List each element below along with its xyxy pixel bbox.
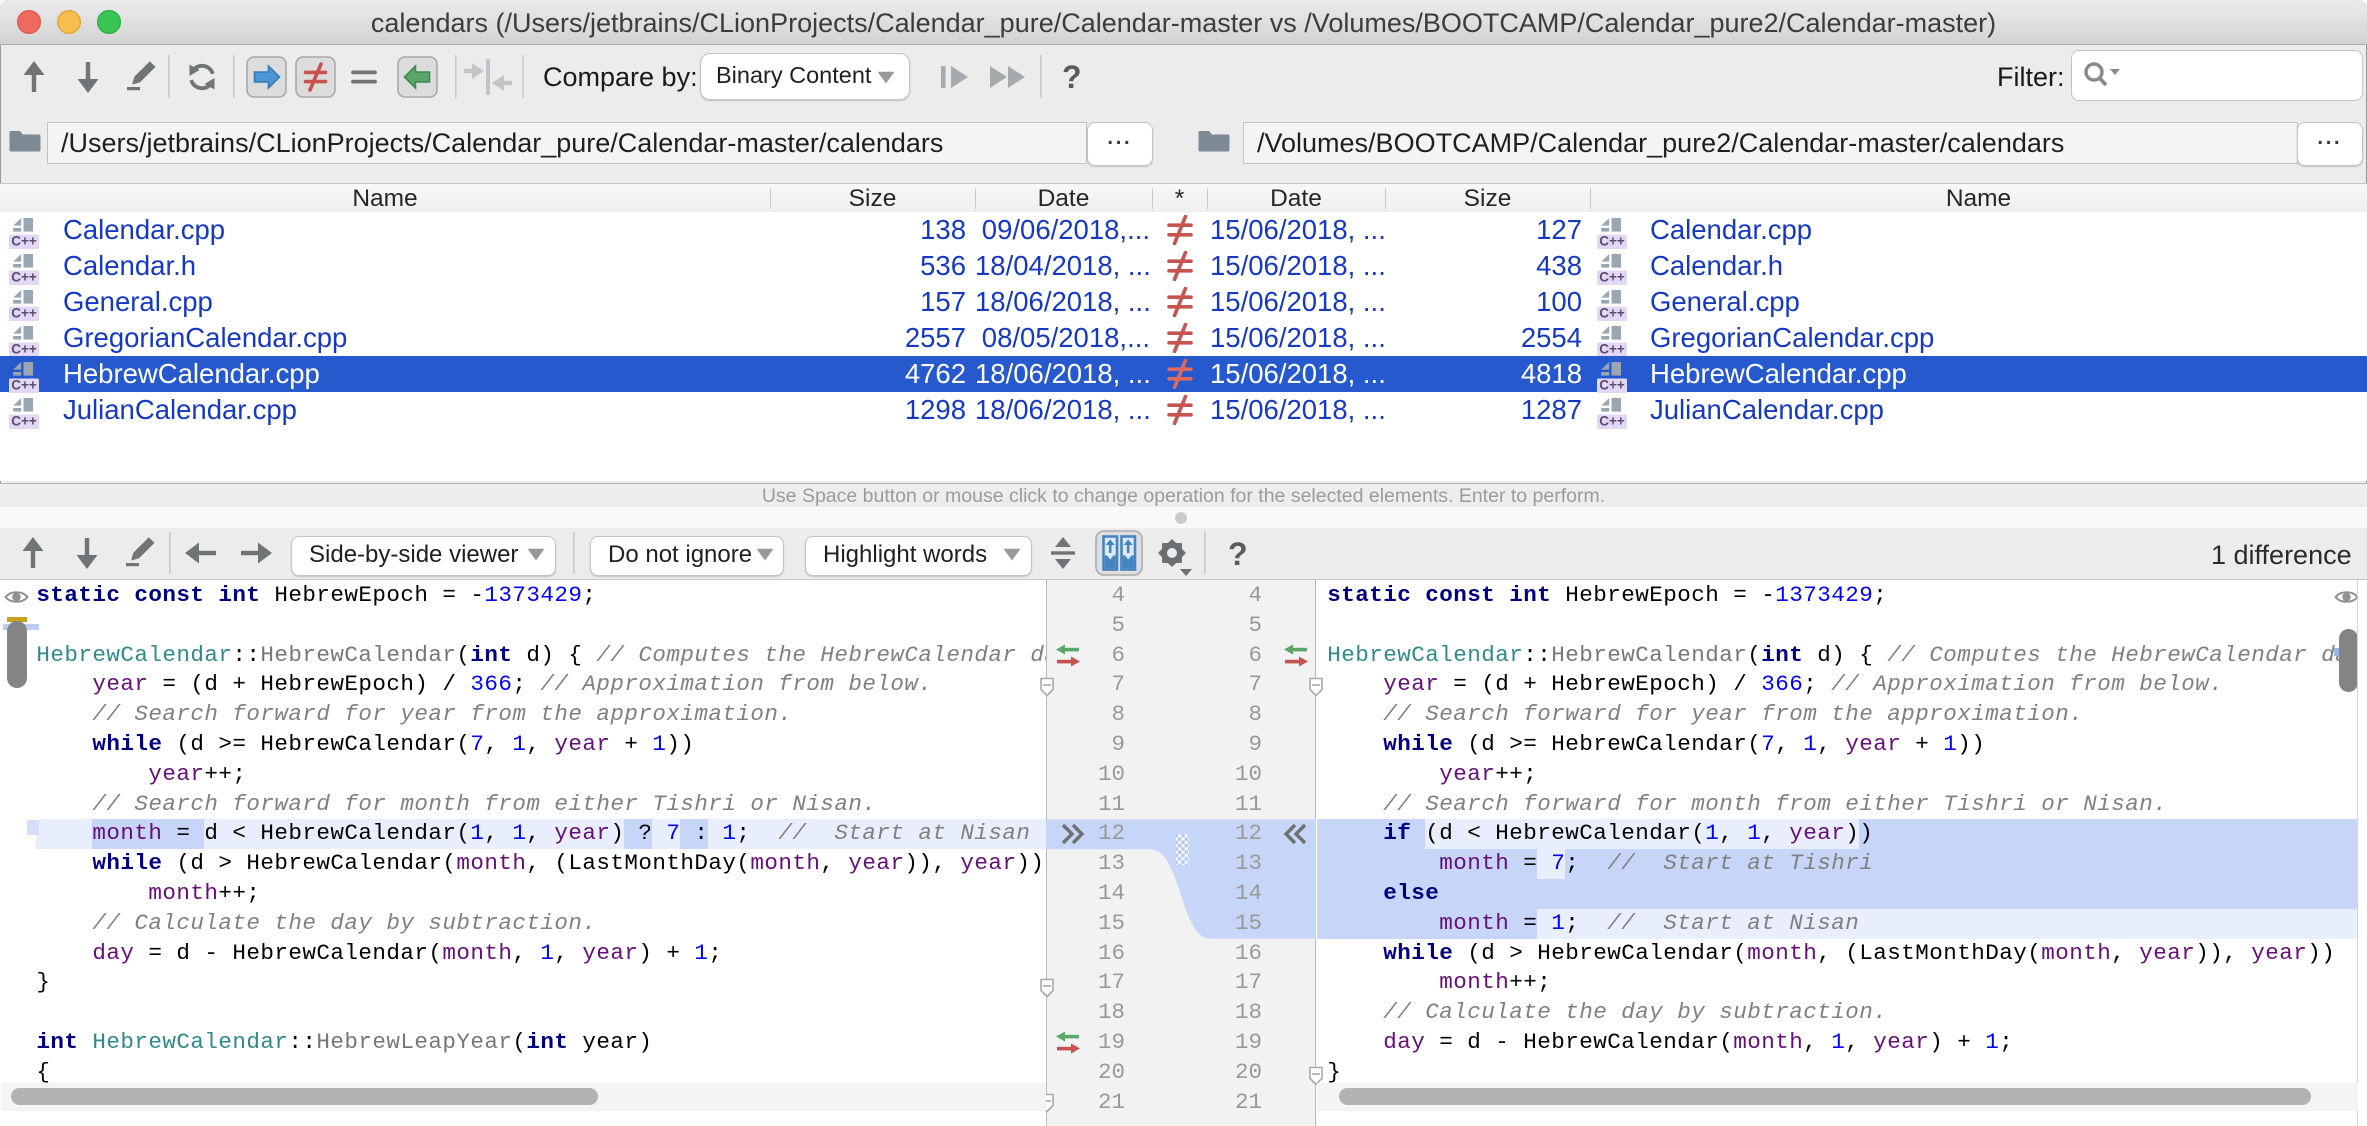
svg-text:?: ? <box>1228 536 1248 572</box>
svg-text:C++: C++ <box>1599 342 1625 357</box>
svg-text:C++: C++ <box>11 414 37 429</box>
svg-text:C++: C++ <box>11 342 37 357</box>
svg-text:C++: C++ <box>1599 414 1625 429</box>
svg-text:C++: C++ <box>1599 234 1625 249</box>
svg-text:C++: C++ <box>1599 306 1625 321</box>
svg-text:C++: C++ <box>11 234 37 249</box>
svg-text:C++: C++ <box>11 378 37 393</box>
svg-text:C++: C++ <box>1599 378 1625 393</box>
svg-text:?: ? <box>1062 59 1082 95</box>
svg-text:C++: C++ <box>11 270 37 285</box>
svg-text:C++: C++ <box>11 306 37 321</box>
svg-text:C++: C++ <box>1599 270 1625 285</box>
